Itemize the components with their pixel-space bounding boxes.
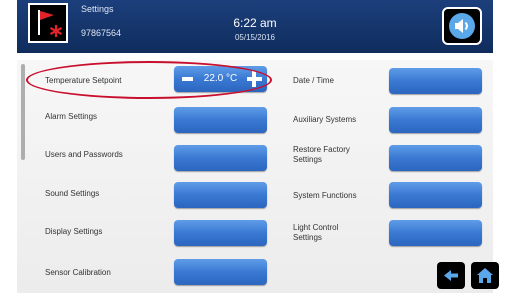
display-settings-button[interactable] — [174, 220, 267, 246]
scrollbar[interactable] — [21, 64, 25, 160]
users-passwords-button[interactable] — [174, 145, 267, 171]
back-button[interactable] — [437, 262, 465, 289]
home-button[interactable] — [471, 262, 499, 289]
sensor-calibration-label: Sensor Calibration — [45, 268, 111, 277]
sound-settings-label: Sound Settings — [45, 189, 100, 198]
restore-factory-label: Restore Factory Settings — [293, 145, 350, 164]
alarm-settings-button[interactable] — [174, 107, 267, 133]
light-control-button[interactable] — [389, 220, 482, 246]
sound-settings-button[interactable] — [174, 182, 267, 208]
screen-title: Settings — [81, 4, 114, 14]
light-control-label: Light Control Settings — [293, 223, 339, 242]
highlight-annotation — [26, 61, 272, 99]
speaker-icon — [449, 13, 475, 39]
settings-screen: Settings 97867564 6:22 am 05/15/2016 Tem… — [0, 0, 506, 293]
clock-time: 6:22 am — [233, 16, 277, 30]
auxiliary-systems-button[interactable] — [389, 107, 482, 133]
display-settings-label: Display Settings — [45, 227, 103, 236]
sensor-calibration-button[interactable] — [174, 259, 267, 285]
date-time-label: Date / Time — [293, 76, 334, 85]
users-passwords-label: Users and Passwords — [45, 150, 123, 159]
back-arrow-icon — [444, 270, 458, 281]
alarm-settings-label: Alarm Settings — [45, 112, 98, 121]
sound-button[interactable] — [442, 7, 482, 45]
auxiliary-systems-label: Auxiliary Systems — [293, 115, 357, 124]
home-icon — [477, 268, 493, 283]
date-time-button[interactable] — [389, 68, 482, 94]
system-functions-label: System Functions — [293, 191, 357, 200]
header-bar: Settings 97867564 6:22 am 05/15/2016 — [17, 0, 493, 53]
clock-date: 05/15/2016 — [234, 33, 276, 42]
restore-factory-button[interactable] — [389, 145, 482, 171]
system-functions-button[interactable] — [389, 182, 482, 208]
